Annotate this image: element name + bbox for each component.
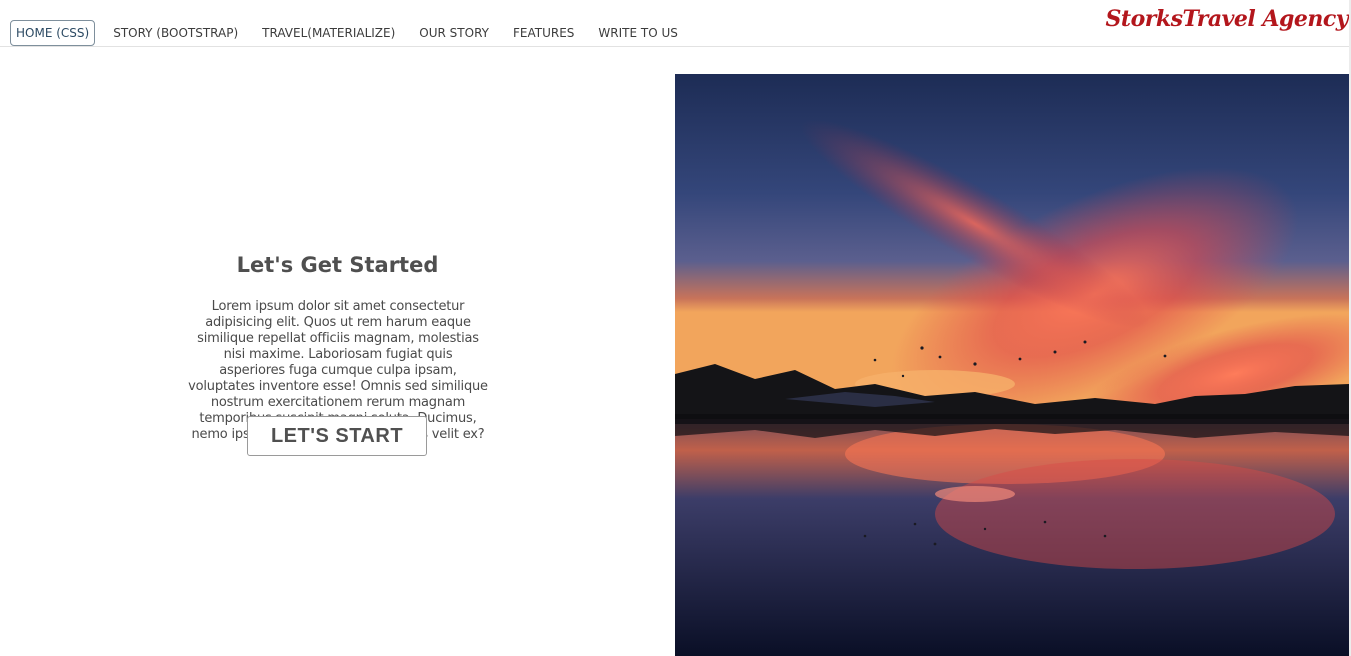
nav-link-write-to-us[interactable]: WRITE TO US: [592, 20, 683, 46]
nav-link-travel-materialize[interactable]: TRAVEL(MATERIALIZE): [256, 20, 401, 46]
hero-title: Let's Get Started: [236, 253, 439, 277]
nav-links: HOME (CSS) STORY (BOOTSTRAP) TRAVEL(MATE…: [10, 20, 696, 46]
hero-paragraph-line: voluptates inventore esse! Omnis sed sim…: [188, 379, 488, 394]
navbar: HOME (CSS) STORY (BOOTSTRAP) TRAVEL(MATE…: [0, 0, 1351, 47]
hero-paragraph-line: asperiores fuga cumque culpa ipsam,: [219, 363, 457, 378]
lets-start-button[interactable]: LET'S START: [247, 416, 427, 456]
hero-paragraph-line: Lorem ipsum dolor sit amet consectetur: [211, 299, 465, 314]
hero-paragraph-line: nostrum exercitationem rerum magnam: [210, 395, 466, 410]
hero-section: Let's Get Started Lorem ipsum dolor sit …: [0, 48, 675, 656]
nav-link-features[interactable]: FEATURES: [507, 20, 580, 46]
nav-link-home-css[interactable]: HOME (CSS): [10, 20, 96, 46]
hero-paragraph-line: similique repellat officiis magnam, mole…: [197, 331, 479, 346]
sunset-lake-image: [675, 74, 1349, 656]
hero-paragraph-line: nisi maxime. Laboriosam fugiat quis: [223, 347, 453, 362]
nav-link-story-bootstrap[interactable]: STORY (BOOTSTRAP): [107, 20, 244, 46]
nav-link-our-story[interactable]: OUR STORY: [413, 20, 495, 46]
brand-logo[interactable]: StorksTravel Agency: [1106, 6, 1349, 32]
hero-paragraph-line: adipisicing elit. Quos ut rem harum eaqu…: [205, 315, 471, 330]
sunset-lake-photo-icon: [675, 74, 1349, 656]
